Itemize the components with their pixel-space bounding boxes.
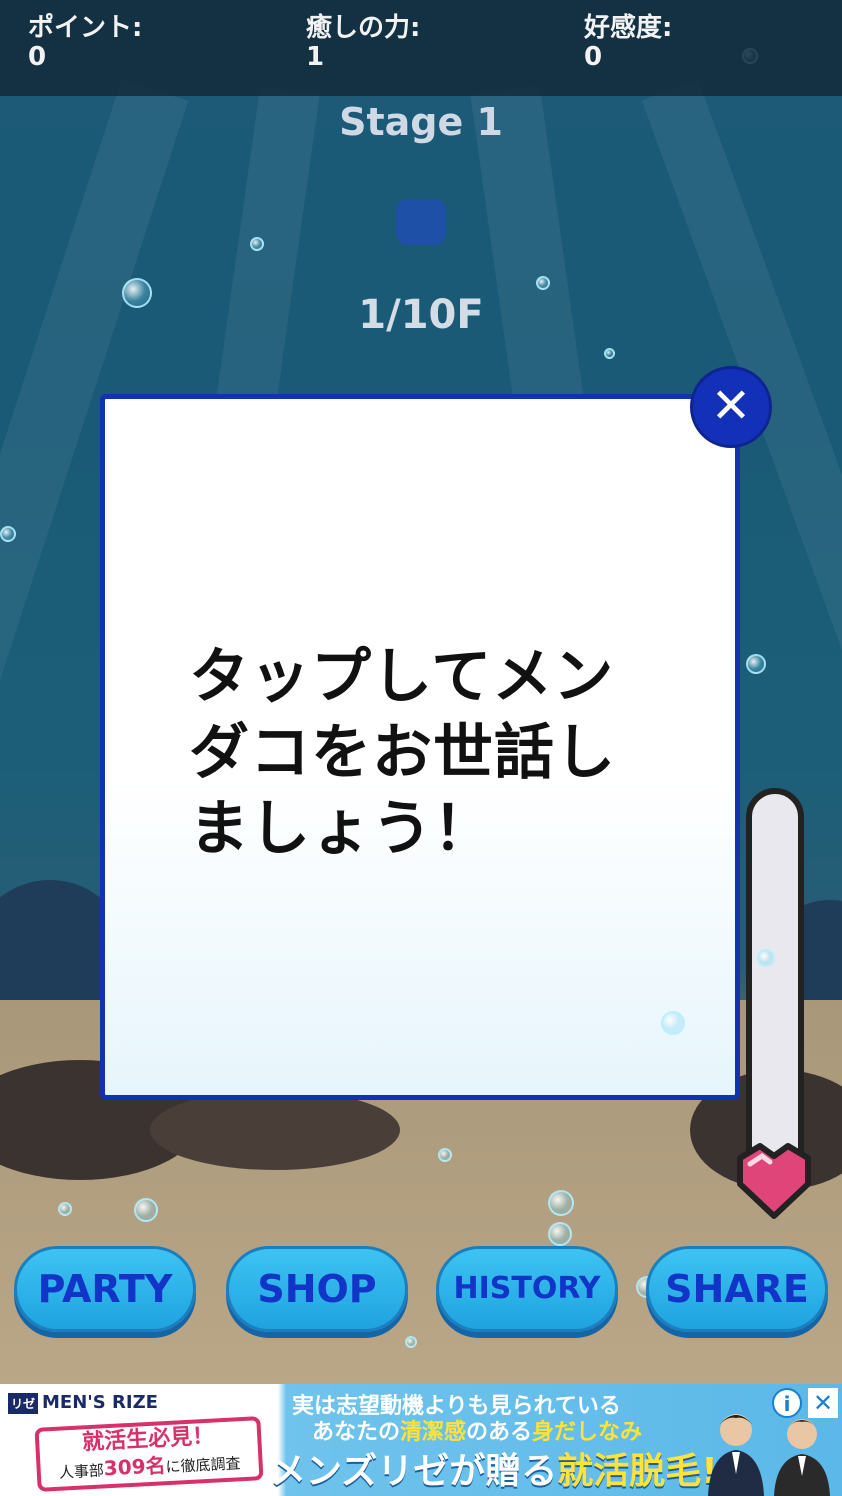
affection-gauge [746, 788, 804, 1188]
tutorial-message: タップしてメン ダコをお世話し ましょう！ [189, 639, 629, 867]
tutorial-message-line: ましょう！ [189, 794, 494, 864]
bubble [250, 237, 264, 251]
healing-power-stat: 癒しの力: 1 [306, 14, 420, 72]
floor-counter: 1/10F [358, 292, 484, 338]
bubble [0, 526, 16, 542]
bubble [604, 348, 615, 359]
affection-stat: 好感度: 0 [584, 14, 672, 72]
heart-icon [737, 1143, 811, 1219]
history-button[interactable]: HISTORY [436, 1246, 618, 1332]
shop-button[interactable]: SHOP [226, 1246, 408, 1332]
ad-close-icon[interactable]: ✕ [808, 1388, 838, 1418]
share-button[interactable]: SHARE [646, 1246, 828, 1332]
info-icon[interactable]: i [772, 1388, 802, 1418]
ad-brand-logo: リゼ MEN'S RIZE [8, 1392, 158, 1414]
ad-banner[interactable]: リゼ MEN'S RIZE 就活生必見！ 人事部309名に徹底調査 実は志望動機よ… [0, 1384, 842, 1496]
ad-brand-name: MEN'S RIZE [42, 1392, 158, 1413]
affection-label: 好感度: [584, 13, 673, 43]
game-scene[interactable]: ポイント: 0 癒しの力: 1 好感度: 0 Stage 1 1/10F タップ… [0, 0, 842, 1384]
ad-person-image [708, 1414, 764, 1496]
ad-copy-line-3: メンズリゼが贈る就活脱毛! [270, 1451, 718, 1492]
points-value: 0 [28, 42, 47, 72]
bubble [438, 1148, 452, 1162]
healing-power-value: 1 [306, 42, 325, 72]
bubble [746, 654, 766, 674]
bubble [661, 1011, 685, 1035]
affection-value: 0 [584, 42, 603, 72]
bubble [548, 1222, 572, 1246]
status-bar: ポイント: 0 癒しの力: 1 好感度: 0 [0, 0, 842, 96]
points-stat: ポイント: 0 [28, 14, 142, 72]
tutorial-message-line: ダコをお世話し [189, 718, 616, 788]
bubble [757, 949, 775, 967]
healing-power-label: 癒しの力: [306, 13, 421, 43]
dialog-close-button[interactable]: ✕ [690, 366, 772, 448]
bubble [536, 276, 550, 290]
tutorial-dialog: タップしてメン ダコをお世話し ましょう！ [100, 394, 775, 1100]
bubble [548, 1190, 574, 1216]
stage-title: Stage 1 [339, 100, 503, 144]
ad-badge: 就活生必見！ 人事部309名に徹底調査 [34, 1416, 264, 1492]
party-button[interactable]: PARTY [14, 1246, 196, 1332]
close-icon: ✕ [710, 378, 752, 434]
points-label: ポイント: [28, 13, 143, 43]
stage-tile [396, 199, 446, 245]
rock [150, 1090, 400, 1170]
bubble [134, 1198, 158, 1222]
tutorial-message-line: タップしてメン [189, 642, 615, 712]
bubble [405, 1336, 417, 1348]
bubble [58, 1202, 72, 1216]
